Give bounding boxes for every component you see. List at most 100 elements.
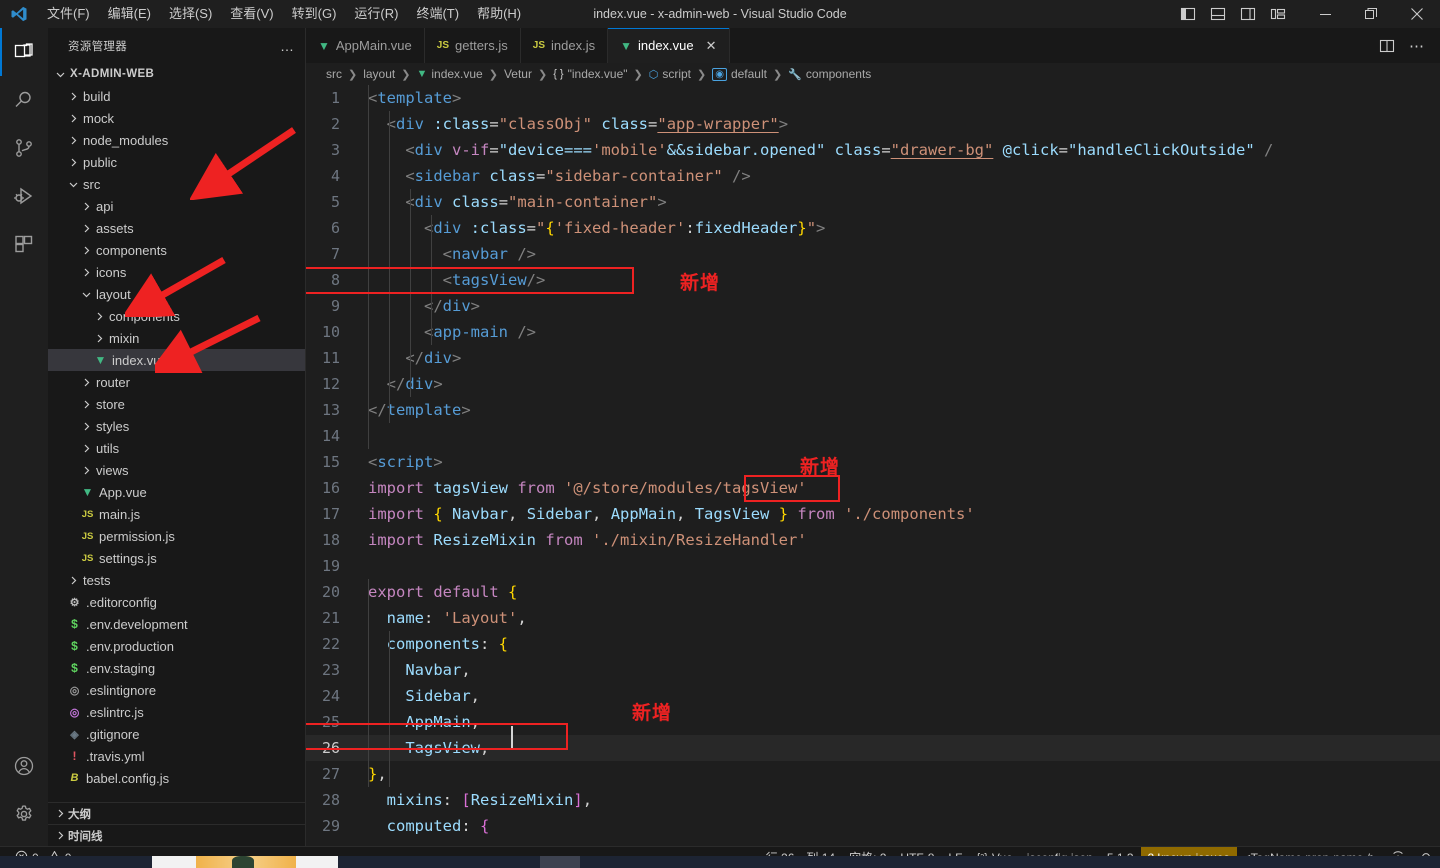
tree-item-src[interactable]: src [48,173,305,195]
code-line-16[interactable]: 16 import tagsView from '@/store/modules/… [306,475,1440,501]
activity-settings[interactable] [0,790,48,838]
tree-item-node-modules[interactable]: node_modules [48,129,305,151]
minimize-button[interactable] [1302,0,1348,28]
tree-item-public[interactable]: public [48,151,305,173]
code-line-3[interactable]: 3 <div v-if="device==='mobile'&&sidebar.… [306,137,1440,163]
tree-item-router[interactable]: router [48,371,305,393]
activity-accounts[interactable] [0,742,48,790]
activity-search[interactable] [0,76,48,124]
editor-tabs[interactable]: ▼ AppMain.vue JS getters.js JS index.js ▼ index… [306,28,730,63]
code-line-1[interactable]: 1 <template> [306,85,1440,111]
tree-item-api[interactable]: api [48,195,305,217]
breadcrumb[interactable]: src ❯ layout ❯ ▼ index.vue ❯ Vetur ❯ { }… [306,63,1440,85]
tree-item-build[interactable]: build [48,85,305,107]
menu-view[interactable]: 查看(V) [221,0,282,28]
toggle-primary-sidebar-icon[interactable] [1174,0,1202,28]
tree-item-env-development[interactable]: $ .env.development [48,613,305,635]
tab-close-icon[interactable]: ✕ [706,38,717,54]
close-button[interactable] [1394,0,1440,28]
code-line-12[interactable]: 12 </div> [306,371,1440,397]
tree-item-mock[interactable]: mock [48,107,305,129]
tree-item-env-staging[interactable]: $ .env.staging [48,657,305,679]
menu-help[interactable]: 帮助(H) [468,0,530,28]
tree-item-assets[interactable]: assets [48,217,305,239]
maximize-button[interactable] [1348,0,1394,28]
tree-item-app-vue[interactable]: ▼ App.vue [48,481,305,503]
explorer-more-actions-icon[interactable]: … [280,38,295,54]
code-line-28[interactable]: 28 mixins: [ResizeMixin], [306,787,1440,813]
code-line-29[interactable]: 29 computed: { [306,813,1440,839]
code-line-7[interactable]: 7 <navbar /> [306,241,1440,267]
tab-index-vue[interactable]: ▼ index.vue ✕ [608,28,730,63]
activity-source-control[interactable] [0,124,48,172]
menu-selection[interactable]: 选择(S) [160,0,221,28]
menu-edit[interactable]: 编辑(E) [99,0,160,28]
sidebar-section-timeline[interactable]: 时间线 [48,824,305,846]
code-line-11[interactable]: 11 </div> [306,345,1440,371]
tree-item-eslintrc-js[interactable]: ◎ .eslintrc.js [48,701,305,723]
code-line-17[interactable]: 17 import { Navbar, Sidebar, AppMain, Tag… [306,501,1440,527]
tab-index-js[interactable]: JS index.js [520,28,609,63]
tree-item-main-js[interactable]: JS main.js [48,503,305,525]
tree-item-styles[interactable]: styles [48,415,305,437]
tree-item-gitignore[interactable]: ◈ .gitignore [48,723,305,745]
toggle-secondary-sidebar-icon[interactable] [1234,0,1262,28]
split-editor-icon[interactable] [1374,33,1400,59]
tree-item-travis-yml[interactable]: ! .travis.yml [48,745,305,767]
tree-item-icons[interactable]: icons [48,261,305,283]
tree-item-permission-js[interactable]: JS permission.js [48,525,305,547]
editor-more-actions-icon[interactable]: ⋯ [1404,33,1430,59]
breadcrumb-item-src[interactable]: src [326,67,342,81]
tree-item-layout[interactable]: layout [48,283,305,305]
menu-terminal[interactable]: 终端(T) [407,0,468,28]
code-line-18[interactable]: 18 import ResizeMixin from './mixin/Resiz… [306,527,1440,553]
code-line-26[interactable]: 26 TagsView, [306,735,1440,761]
menu-file[interactable]: 文件(F) [38,0,99,28]
code-line-25[interactable]: 25 AppMain, [306,709,1440,735]
tree-item-settings-js[interactable]: JS settings.js [48,547,305,569]
toggle-panel-icon[interactable] [1204,0,1232,28]
tree-root-x-admin-web[interactable]: X-ADMIN-WEB [48,63,305,85]
tree-item-eslintignore[interactable]: ◎ .eslintignore [48,679,305,701]
code-lines[interactable]: 1 <template> 2 <div :class="classObj" clas… [306,85,1440,839]
breadcrumb-item-default[interactable]: ◉ default [712,67,767,81]
breadcrumb-item-index-vue[interactable]: ▼ index.vue [416,67,482,81]
code-line-14[interactable]: 14 [306,423,1440,449]
breadcrumb-item-layout[interactable]: layout [363,67,395,81]
breadcrumb-item-components[interactable]: 🔧 components [788,67,871,81]
tree-item-mixin[interactable]: mixin [48,327,305,349]
code-line-9[interactable]: 9 </div> [306,293,1440,319]
file-tree[interactable]: X-ADMIN-WEB build mock node_modules public s… [48,63,305,802]
activity-run-debug[interactable] [0,172,48,220]
code-line-22[interactable]: 22 components: { [306,631,1440,657]
code-line-19[interactable]: 19 [306,553,1440,579]
activity-explorer[interactable] [0,28,48,76]
menu-go[interactable]: 转到(G) [283,0,346,28]
breadcrumb-item-index-vue-module[interactable]: { } "index.vue" [553,67,627,81]
file-tree-items[interactable]: build mock node_modules public src api assets c… [48,85,305,789]
tree-item-index-vue[interactable]: ▼ index.vue [48,349,305,371]
customize-layout-icon[interactable] [1264,0,1292,28]
code-line-24[interactable]: 24 Sidebar, [306,683,1440,709]
tree-item-components[interactable]: components [48,239,305,261]
code-line-20[interactable]: 20 export default { [306,579,1440,605]
code-line-10[interactable]: 10 <app-main /> [306,319,1440,345]
code-line-13[interactable]: 13 </template> [306,397,1440,423]
code-line-6[interactable]: 6 <div :class="{'fixed-header':fixedHead… [306,215,1440,241]
tab-getters-js[interactable]: JS getters.js [424,28,521,63]
tree-item-tests[interactable]: tests [48,569,305,591]
activity-extensions[interactable] [0,220,48,268]
code-line-27[interactable]: 27}, [306,761,1440,787]
tree-item-babel-config-js[interactable]: Bbabel.config.js [48,767,305,789]
code-line-21[interactable]: 21 name: 'Layout', [306,605,1440,631]
tree-item-env-production[interactable]: $ .env.production [48,635,305,657]
code-line-5[interactable]: 5 <div class="main-container"> [306,189,1440,215]
code-editor[interactable]: 1 <template> 2 <div :class="classObj" clas… [306,85,1440,846]
menu-run[interactable]: 运行(R) [345,0,407,28]
tree-item-views[interactable]: views [48,459,305,481]
code-line-4[interactable]: 4 <sidebar class="sidebar-container" /> [306,163,1440,189]
tree-item-editorconfig[interactable]: ⚙ .editorconfig [48,591,305,613]
breadcrumb-item-vetur[interactable]: Vetur [504,67,532,81]
code-line-2[interactable]: 2 <div :class="classObj" class="app-wrap… [306,111,1440,137]
sidebar-section-outline[interactable]: 大纲 [48,802,305,824]
